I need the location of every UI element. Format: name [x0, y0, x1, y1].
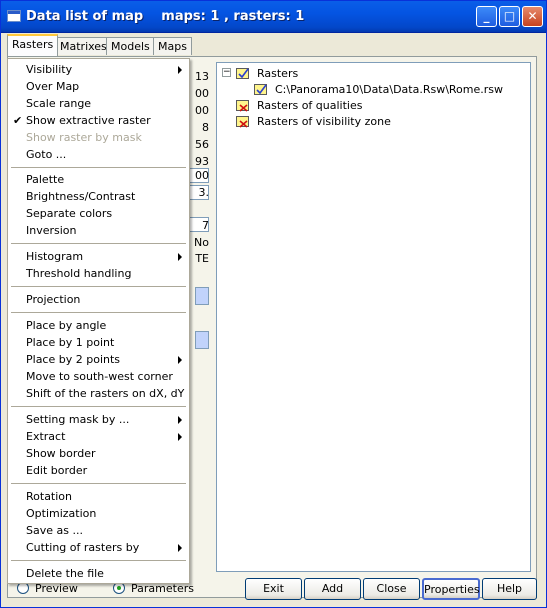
param-value: 00 — [195, 169, 209, 182]
param-value: TE — [195, 252, 209, 265]
maximize-button[interactable]: □ — [499, 6, 520, 27]
menu-item-optimization[interactable]: Optimization — [8, 505, 189, 522]
param-value: 7 — [202, 219, 209, 232]
menu-item-setting-mask[interactable]: Setting mask by ... — [8, 411, 189, 428]
menu-item-cutting-of-rasters[interactable]: Cutting of rasters by — [8, 539, 189, 556]
submenu-arrow-icon — [178, 544, 182, 552]
properties-button[interactable]: Properties — [422, 578, 480, 600]
menu-item-show-border[interactable]: Show border — [8, 445, 189, 462]
menu-item-save-as[interactable]: Save as ... — [8, 522, 189, 539]
param-value: 00 — [195, 104, 209, 117]
menu-separator — [11, 286, 186, 287]
param-value: 13 — [195, 70, 209, 83]
menu-item-inversion[interactable]: Inversion — [8, 222, 189, 239]
menu-item-goto[interactable]: Goto ... — [8, 146, 189, 163]
param-value: No — [194, 236, 209, 249]
param-value: 3. — [198, 186, 210, 199]
menu-separator — [11, 560, 186, 561]
menu-item-over-map[interactable]: Over Map — [8, 78, 189, 95]
dropdown-arrow[interactable] — [195, 331, 209, 349]
menu-item-edit-border[interactable]: Edit border — [8, 462, 189, 479]
raster-folder-icon — [236, 100, 249, 112]
param-value: 93 — [195, 155, 209, 168]
tree-label: Rasters of qualities — [257, 99, 363, 112]
dropdown-arrow[interactable] — [195, 287, 209, 305]
menu-item-threshold-handling[interactable]: Threshold handling — [8, 265, 189, 282]
title-bar[interactable]: Data list of map maps: 1 , rasters: 1 _ … — [1, 1, 546, 33]
menu-separator — [11, 406, 186, 407]
menu-item-place-by-1-point[interactable]: Place by 1 point — [8, 334, 189, 351]
menu-separator — [11, 483, 186, 484]
collapse-toggle[interactable]: − — [222, 68, 231, 77]
raster-file-icon — [254, 84, 267, 95]
menu-separator — [11, 167, 186, 168]
rasters-context-menu: Visibility Over Map Scale range ✔ Show ex… — [7, 58, 190, 584]
help-button[interactable]: Help — [482, 578, 537, 600]
menu-item-rotation[interactable]: Rotation — [8, 488, 189, 505]
param-value: 00 — [195, 87, 209, 100]
minimize-button[interactable]: _ — [476, 6, 497, 27]
tree-label: C:\Panorama10\Data\Data.Rsw\Rome.rsw — [275, 83, 504, 96]
exit-button[interactable]: Exit — [245, 578, 302, 600]
checkmark-icon: ✔ — [13, 114, 23, 127]
close-window-button[interactable]: ✕ — [522, 6, 543, 27]
menu-item-palette[interactable]: Palette — [8, 171, 189, 188]
raster-folder-icon — [236, 68, 249, 79]
menu-item-brightness-contrast[interactable]: Brightness/Contrast — [8, 188, 189, 205]
menu-item-move-to-south-west-corner[interactable]: Move to south-west corner — [8, 368, 189, 385]
window-title: Data list of map maps: 1 , rasters: 1 — [26, 9, 305, 24]
menu-separator — [11, 243, 186, 244]
tab-rasters[interactable]: Rasters — [7, 34, 59, 56]
menu-item-projection[interactable]: Projection — [8, 291, 189, 308]
menu-item-delete-the-file[interactable]: Delete the file — [8, 565, 189, 582]
menu-item-extract[interactable]: Extract — [8, 428, 189, 445]
menu-item-shift-rasters[interactable]: Shift of the rasters on dX, dY — [8, 385, 189, 402]
menu-item-separate-colors[interactable]: Separate colors — [8, 205, 189, 222]
menu-separator — [11, 312, 186, 313]
close-button[interactable]: Close — [363, 578, 420, 600]
window-icon — [7, 10, 21, 22]
menu-item-show-raster-by-mask: Show raster by mask — [26, 131, 142, 144]
submenu-arrow-icon — [178, 66, 182, 74]
tab-maps[interactable]: Maps — [153, 37, 192, 55]
raster-tree[interactable]: − Rasters C:\Panorama10\Data\Data.Rsw\Ro… — [216, 62, 531, 572]
menu-item-visibility[interactable]: Visibility — [8, 61, 189, 78]
tab-models[interactable]: Models — [106, 37, 155, 55]
param-value: 56 — [195, 138, 209, 151]
menu-item-scale-range[interactable]: Scale range — [8, 95, 189, 112]
tree-label: Rasters — [257, 67, 299, 80]
menu-item-histogram[interactable]: Histogram — [8, 248, 189, 265]
raster-folder-icon — [236, 116, 249, 128]
menu-item-place-by-angle[interactable]: Place by angle — [8, 317, 189, 334]
tree-label: Rasters of visibility zone — [257, 115, 391, 128]
param-value: 8 — [202, 121, 209, 134]
submenu-arrow-icon — [178, 356, 182, 364]
tab-matrixes[interactable]: Matrixes — [55, 37, 112, 55]
submenu-arrow-icon — [178, 433, 182, 441]
menu-item-show-extractive-raster[interactable]: ✔ Show extractive raster — [8, 112, 189, 129]
add-button[interactable]: Add — [304, 578, 361, 600]
submenu-arrow-icon — [178, 253, 182, 261]
submenu-arrow-icon — [178, 416, 182, 424]
menu-item-place-by-2-points[interactable]: Place by 2 points — [8, 351, 189, 368]
